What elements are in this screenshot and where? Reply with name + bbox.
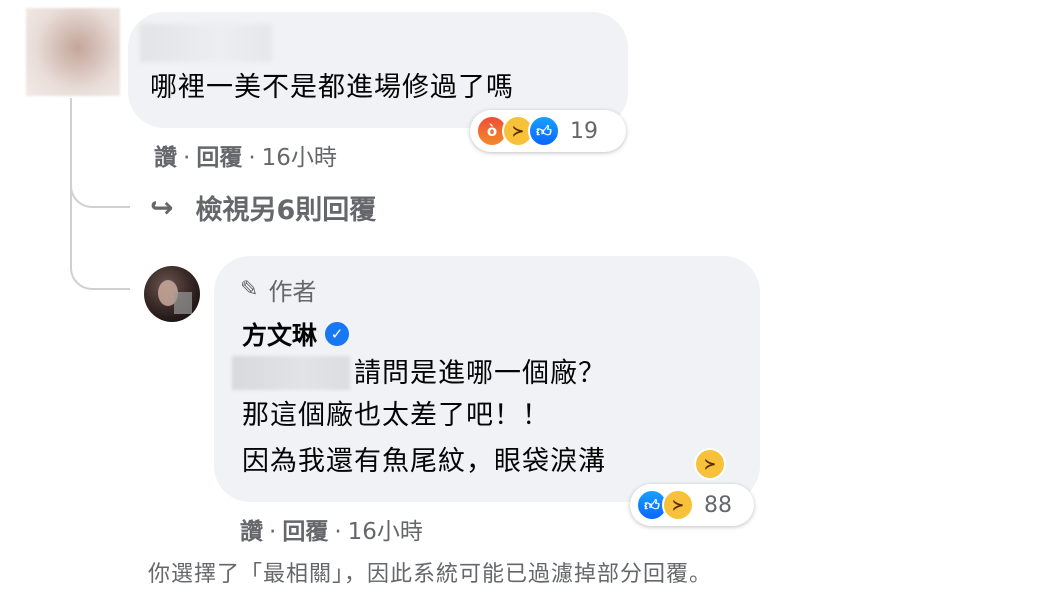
reply-line-2: 那這個廠也太差了吧！！ (242, 400, 550, 431)
timestamp[interactable]: 16小時 (262, 145, 337, 171)
reply-line-1: 請問是進哪一個廠？ (354, 358, 606, 389)
author-name[interactable]: 方文琳 (242, 316, 317, 352)
avatar-sign (174, 292, 192, 314)
reply-link[interactable]: 回覆 (196, 145, 242, 171)
haha-reaction-icon: ≻ (662, 489, 694, 521)
verified-badge-icon: ✓ (325, 322, 350, 346)
comment-text: 哪裡一美不是都進場修過了嗎 (150, 72, 514, 103)
author-avatar[interactable] (144, 266, 200, 322)
timestamp[interactable]: 16小時 (348, 519, 423, 545)
like-link[interactable]: 讚 (240, 519, 263, 545)
view-more-replies-button[interactable]: ↪ 檢視另6則回覆 (150, 188, 376, 227)
view-more-label: 檢視另6則回覆 (195, 195, 377, 226)
reply-link[interactable]: 回覆 (282, 519, 328, 545)
commenter-name-blurred (140, 24, 272, 62)
author-badge-label: 作者 (268, 278, 317, 306)
laughing-emoji-icon: ≻ (694, 448, 726, 480)
reaction-count: 19 (570, 118, 598, 144)
thread-branch-reply (70, 232, 130, 290)
filter-notice: 你選擇了「最相關」，因此系統可能已過濾掉部分回覆。 (148, 562, 713, 587)
author-name-row[interactable]: 方文琳 ✓ (242, 316, 350, 352)
reply-reactions[interactable]: 👍︎ ≻ 88 (630, 484, 754, 526)
thread-branch-view-more (70, 152, 130, 208)
comment-reactions[interactable]: ò ≻ 👍︎ 19 (470, 110, 626, 152)
reply-arrow-icon: ↪ (150, 191, 174, 224)
comment-actions: 讚 · 回覆 · 16小時 (154, 145, 337, 171)
reply-actions: 讚 · 回覆 · 16小時 (240, 519, 423, 545)
like-link[interactable]: 讚 (154, 145, 177, 171)
author-badge: ✎ 作者 (240, 272, 316, 307)
reaction-count: 88 (704, 492, 732, 518)
like-reaction-icon: 👍︎ (528, 115, 560, 147)
tagged-user-blurred[interactable] (232, 356, 350, 390)
pencil-icon: ✎ (240, 277, 259, 302)
reply-line-3: 因為我還有魚尾紋，眼袋淚溝 (242, 446, 606, 477)
commenter-avatar[interactable] (26, 8, 120, 96)
